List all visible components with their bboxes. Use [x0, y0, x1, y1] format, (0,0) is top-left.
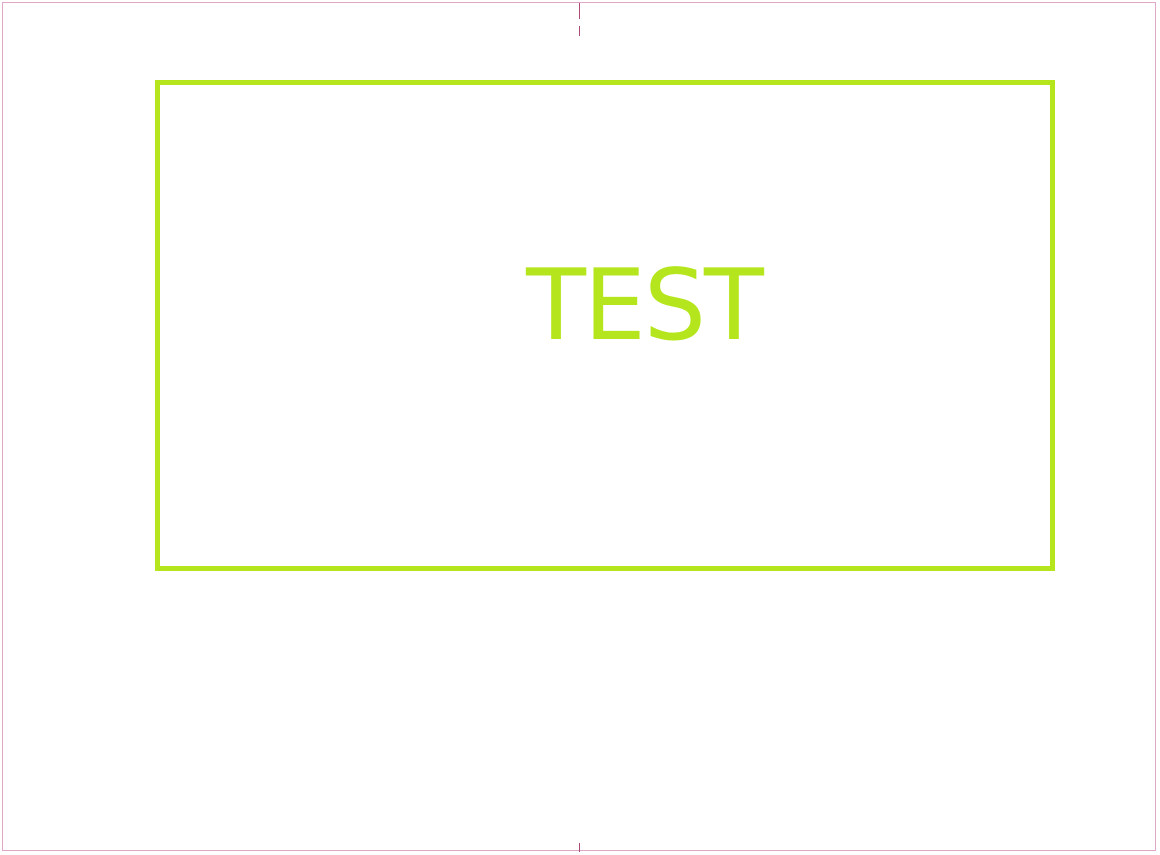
test-label: TEST: [526, 249, 764, 363]
test-box: TEST: [155, 80, 1055, 571]
center-mark-top: [579, 3, 580, 19]
center-mark-top-dash: [579, 26, 580, 36]
center-mark-bottom: [579, 843, 580, 852]
